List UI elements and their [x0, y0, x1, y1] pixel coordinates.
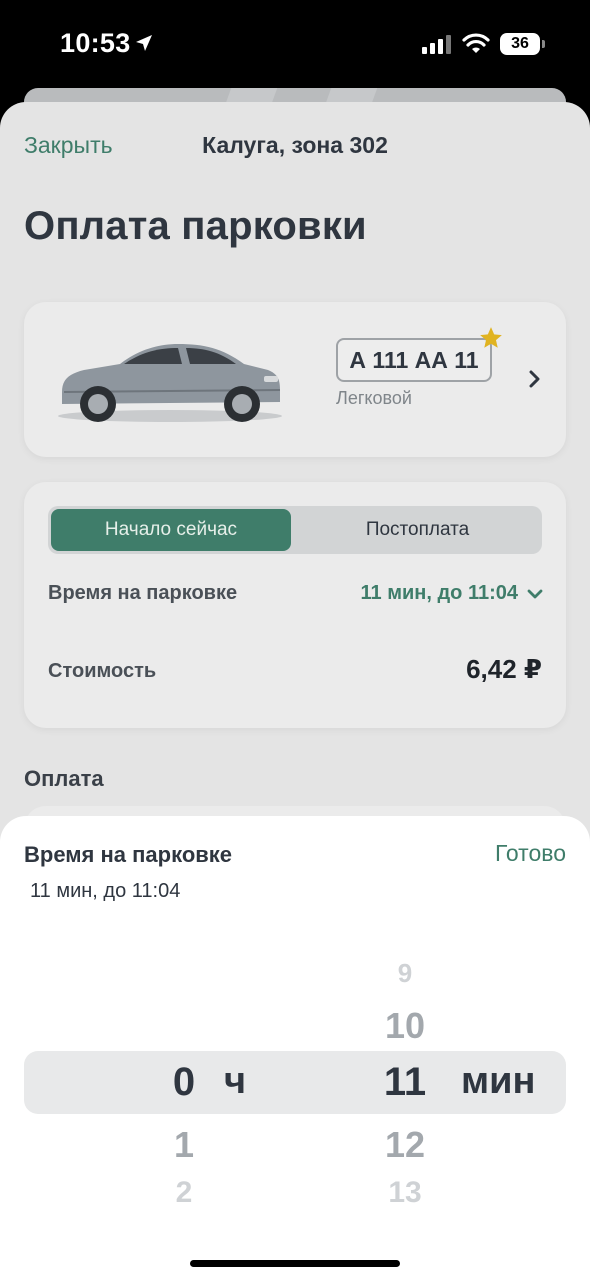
tab-postpay[interactable]: Постоплата — [296, 509, 539, 551]
parking-time-value[interactable]: 11 мин, до 11:04 — [361, 582, 519, 605]
battery-level: 36 — [511, 35, 529, 52]
picker-summary: 11 мин, до 11:04 — [30, 880, 181, 902]
payment-heading: Оплата — [24, 766, 104, 791]
minutes-wheel-option[interactable]: 9 — [362, 958, 448, 989]
minutes-unit-label: мин — [461, 1060, 536, 1102]
cost-value: 6,42 ₽ — [466, 654, 542, 684]
vehicle-card[interactable]: А 111 АА 11 Легковой — [24, 302, 566, 457]
vehicle-type: Легковой — [336, 388, 412, 408]
done-button[interactable]: Готово — [495, 840, 566, 867]
duration-picker-sheet: Время на парковке Готово 11 мин, до 11:0… — [0, 816, 590, 1280]
tab-start-now[interactable]: Начало сейчас — [51, 509, 291, 551]
page-title: Оплата парковки — [24, 204, 367, 248]
battery-icon: 36 — [500, 33, 545, 55]
minutes-wheel-selected[interactable]: 11 — [362, 1060, 448, 1105]
car-image — [58, 344, 282, 422]
hours-unit-label: ч — [224, 1060, 247, 1102]
minutes-wheel-option[interactable]: 13 — [362, 1176, 448, 1210]
zone-title: Калуга, зона 302 — [202, 132, 388, 158]
hours-wheel-selected[interactable]: 0 — [150, 1060, 218, 1105]
hours-wheel-option[interactable]: 1 — [150, 1124, 218, 1166]
chevron-down-icon[interactable] — [526, 587, 544, 601]
signal-bars-icon — [422, 35, 451, 54]
location-arrow-icon — [136, 35, 152, 51]
license-plate: А 111 АА 11 — [336, 338, 492, 382]
minutes-wheel-option[interactable]: 12 — [362, 1124, 448, 1166]
chevron-right-icon[interactable] — [527, 368, 543, 390]
picker-title: Время на парковке — [24, 842, 233, 867]
timing-card: Начало сейчас Постоплата Время на парков… — [24, 482, 566, 728]
status-time: 10:53 — [60, 28, 131, 58]
home-indicator — [190, 1260, 400, 1267]
hours-wheel-option[interactable]: 2 — [150, 1176, 218, 1210]
parking-time-label: Время на парковке — [48, 582, 238, 604]
favorite-star-icon — [480, 327, 502, 348]
start-mode-segmented-control: Начало сейчас Постоплата — [48, 506, 542, 554]
wifi-icon — [462, 33, 490, 53]
minutes-wheel-option[interactable]: 10 — [362, 1005, 448, 1047]
cost-label: Стоимость — [48, 660, 157, 682]
status-bar: 10:53 36 — [0, 0, 590, 90]
